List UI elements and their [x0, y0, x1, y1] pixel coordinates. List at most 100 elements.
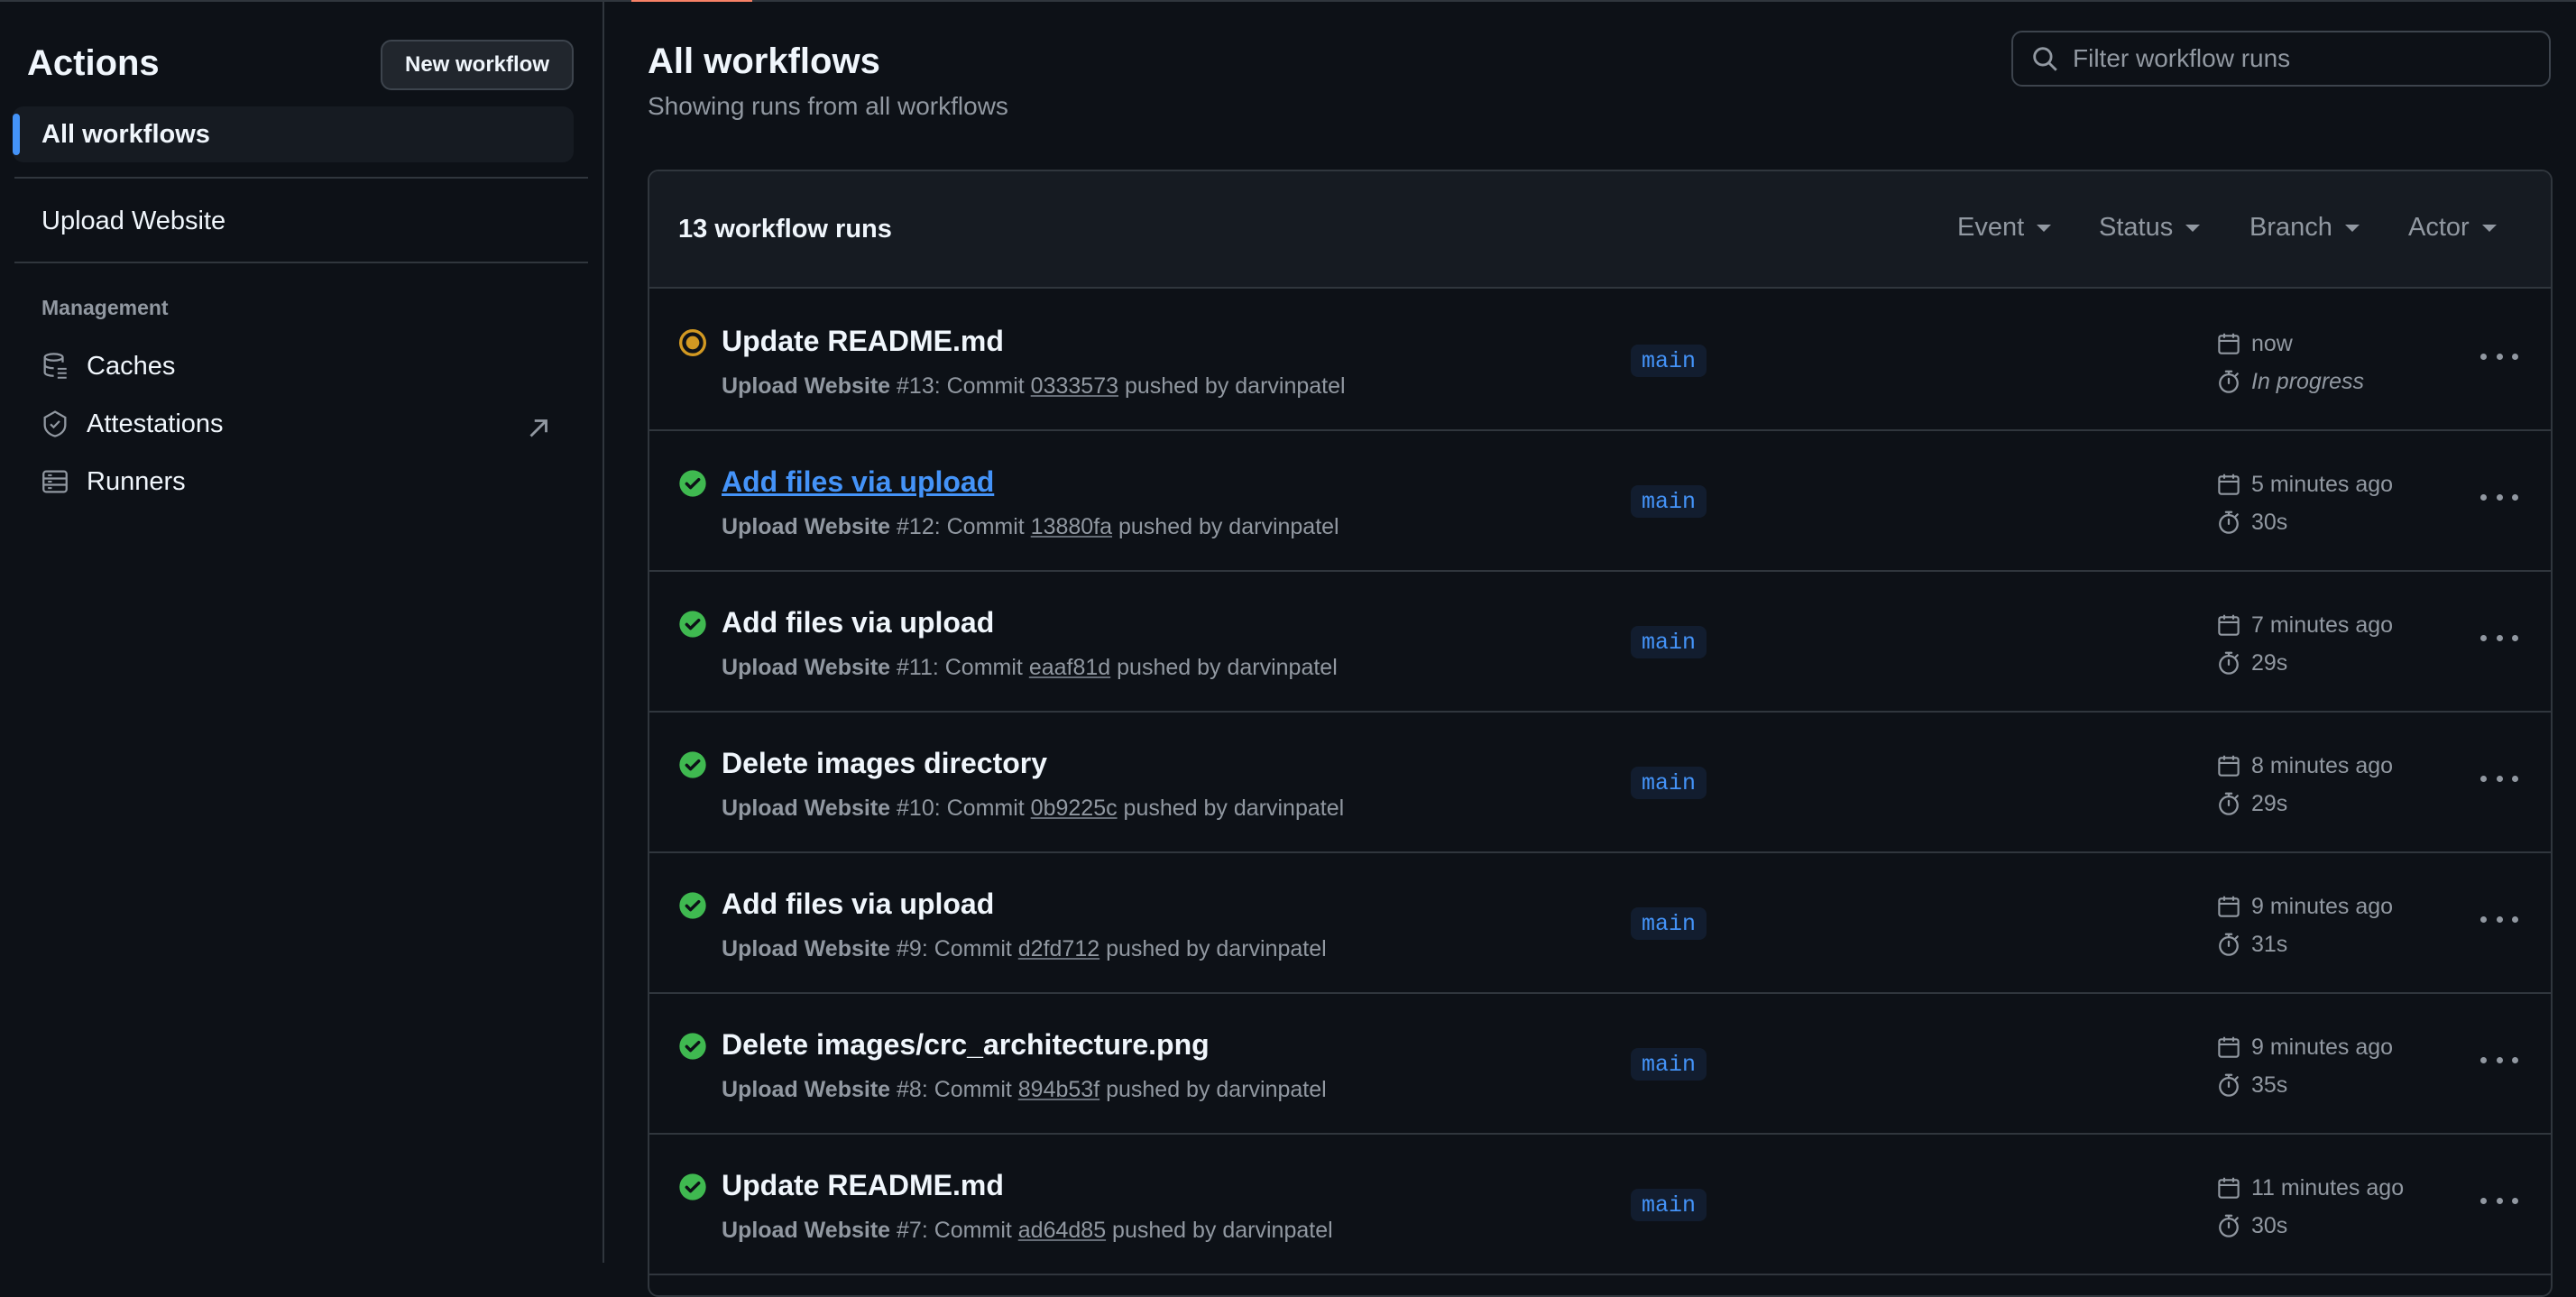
sidebar-item-upload-website[interactable]: Upload Website [13, 193, 574, 249]
active-indicator [13, 114, 20, 155]
status-filter-dropdown[interactable]: Status [2099, 213, 2201, 243]
sidebar-item-attestations[interactable]: Attestations [27, 399, 577, 449]
stopwatch-icon [2219, 511, 2239, 534]
workflow-run-row[interactable]: Add files via upload Upload Website #9: C… [649, 853, 2551, 994]
calendar-icon [2218, 333, 2240, 354]
branch-tag[interactable]: main [1631, 907, 1707, 940]
run-title-link[interactable]: Delete images/crc_architecture.png [722, 1028, 1210, 1062]
stopwatch-icon [2219, 933, 2239, 956]
kebab-dot [2512, 1056, 2518, 1063]
workflow-name[interactable]: Upload Website [722, 796, 890, 821]
commit-sha-link[interactable]: ad64d85 [1018, 1218, 1106, 1243]
caret-down-icon [2037, 224, 2052, 232]
kebab-dot [2496, 493, 2503, 501]
run-number: #7: Commit [890, 1218, 1018, 1243]
workflow-run-row[interactable]: Add files via upload Upload Website #11: … [649, 572, 2551, 713]
check-circle-icon [679, 470, 706, 497]
commit-sha-link[interactable]: d2fd712 [1018, 936, 1099, 961]
run-duration: In progress [2215, 368, 2364, 395]
run-number: #10: Commit [890, 796, 1031, 821]
workflow-name[interactable]: Upload Website [722, 655, 890, 680]
pushed-by-text: pushed by darvinpatel [1118, 373, 1346, 399]
calendar-icon [2218, 474, 2240, 495]
kebab-menu-icon[interactable] [2480, 491, 2518, 503]
sidebar-item-runners[interactable]: Runners [27, 456, 577, 507]
duration-text: 30s [2251, 509, 2288, 535]
kebab-menu-icon[interactable] [2480, 350, 2518, 363]
workflow-run-row[interactable]: Update README.md Upload Website #13: Comm… [649, 290, 2551, 431]
run-title-link[interactable]: Update README.md [722, 325, 1004, 358]
run-title-link[interactable]: Delete images directory [722, 747, 1047, 780]
run-meta: Upload Website #7: Commit ad64d85 pushed… [722, 1218, 1333, 1244]
sidebar-item-label: Caches [87, 351, 176, 381]
run-title-link[interactable]: Add files via upload [722, 888, 994, 921]
commit-sha-link[interactable]: 894b53f [1018, 1077, 1099, 1102]
kebab-dot [2496, 353, 2503, 360]
sidebar-item-label: Runners [87, 466, 186, 496]
run-when: 9 minutes ago [2251, 1034, 2394, 1060]
duration-text: 35s [2251, 1072, 2288, 1098]
server-icon [42, 470, 68, 493]
run-number: #11: Commit [890, 655, 1029, 680]
filter-workflow-runs[interactable] [2011, 31, 2551, 87]
calendar-icon [2218, 755, 2240, 777]
new-workflow-button[interactable]: New workflow [381, 40, 574, 90]
status-filter-label: Status [2099, 213, 2174, 242]
workflow-run-row[interactable]: Update README.md Upload Website #7: Commi… [649, 1135, 2551, 1275]
workflow-name[interactable]: Upload Website [722, 1218, 890, 1243]
branch-filter-dropdown[interactable]: Branch [2249, 213, 2360, 243]
kebab-menu-icon[interactable] [2480, 1053, 2518, 1066]
filter-input[interactable] [2073, 44, 2524, 73]
run-duration: 31s [2215, 931, 2287, 958]
kebab-dot [2512, 915, 2518, 923]
workflow-run-row[interactable]: Delete images/crc_architecture.png Upload… [649, 994, 2551, 1135]
workflow-name[interactable]: Upload Website [722, 373, 890, 399]
kebab-dot [2480, 915, 2487, 923]
database-icon [43, 353, 67, 379]
kebab-menu-icon[interactable] [2480, 913, 2518, 925]
branch-tag[interactable]: main [1631, 485, 1707, 518]
branch-tag[interactable]: main [1631, 1189, 1707, 1221]
stopwatch-icon [2219, 1073, 2239, 1097]
run-title-link[interactable]: Add files via upload [722, 606, 994, 639]
calendar-icon [2218, 896, 2240, 917]
commit-sha-link[interactable]: 0333573 [1031, 373, 1118, 399]
shield-check-icon [43, 410, 67, 437]
run-title-link[interactable]: Add files via upload [722, 465, 994, 499]
branch-tag[interactable]: main [1631, 767, 1707, 799]
run-timestamp: 11 minutes ago [2215, 1174, 2404, 1201]
workflow-name[interactable]: Upload Website [722, 1077, 890, 1102]
event-filter-dropdown[interactable]: Event [1957, 213, 2052, 243]
commit-sha-link[interactable]: 0b9225c [1031, 796, 1118, 821]
sidebar-item-label: Upload Website [41, 207, 226, 235]
kebab-menu-icon[interactable] [2480, 631, 2518, 644]
run-title-link[interactable]: Update README.md [722, 1169, 1004, 1202]
branch-tag[interactable]: main [1631, 345, 1707, 377]
kebab-menu-icon[interactable] [2480, 772, 2518, 785]
kebab-menu-icon[interactable] [2480, 1194, 2518, 1207]
run-number: #9: Commit [890, 936, 1018, 961]
commit-sha-link[interactable]: eaaf81d [1029, 655, 1110, 680]
kebab-dot [2496, 775, 2503, 782]
run-duration: 29s [2215, 649, 2287, 676]
workflow-run-row[interactable]: Delete images directory Upload Website #1… [649, 713, 2551, 853]
workflow-run-row[interactable]: Add files via upload Upload Website #12: … [649, 431, 2551, 572]
run-when: 7 minutes ago [2251, 612, 2394, 638]
run-when: 11 minutes ago [2251, 1174, 2405, 1200]
event-filter-label: Event [1957, 213, 2025, 242]
actor-filter-dropdown[interactable]: Actor [2408, 213, 2497, 243]
commit-sha-link[interactable]: 13880fa [1031, 514, 1112, 539]
pushed-by-text: pushed by darvinpatel [1106, 1218, 1333, 1243]
workflow-name[interactable]: Upload Website [722, 936, 890, 961]
workflow-name[interactable]: Upload Website [722, 514, 890, 539]
branch-tag[interactable]: main [1631, 1048, 1707, 1081]
calendar-icon [2218, 1177, 2240, 1199]
run-timestamp: 9 minutes ago [2215, 893, 2393, 920]
sidebar-item-all-workflows[interactable]: All workflows [13, 106, 574, 162]
sidebar-item-caches[interactable]: Caches [27, 341, 577, 391]
caret-down-icon [2481, 224, 2497, 232]
divider [14, 177, 588, 179]
branch-tag[interactable]: main [1631, 626, 1707, 658]
divider [14, 262, 588, 263]
duration-text: 30s [2251, 1212, 2288, 1238]
